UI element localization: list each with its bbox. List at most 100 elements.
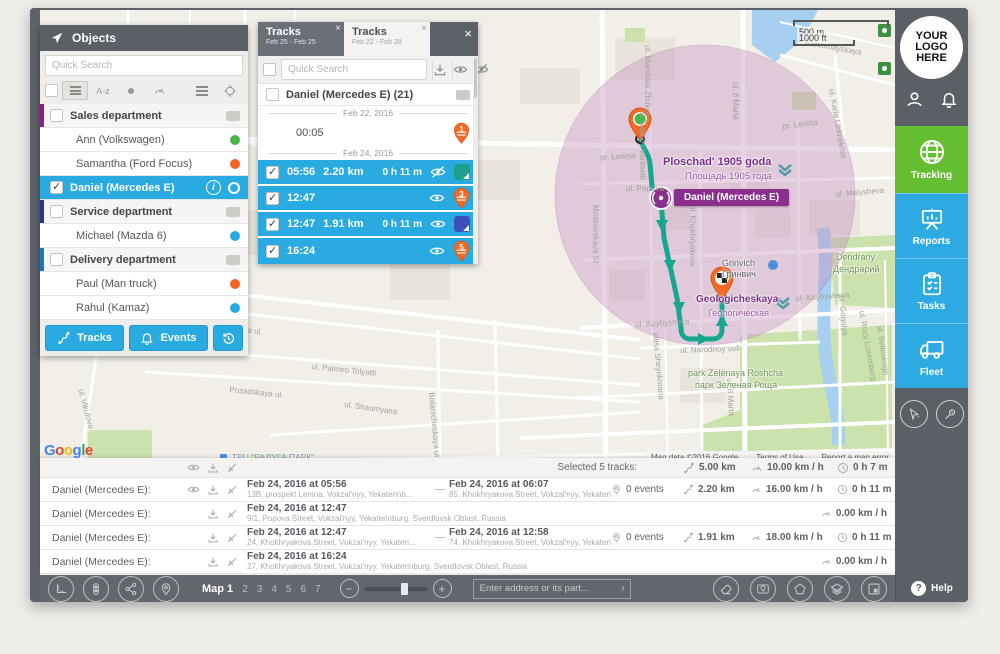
unit-map-label[interactable]: Daniel (Mercedes E)	[674, 189, 789, 206]
user-icon[interactable]	[905, 90, 924, 109]
mute-icon[interactable]	[226, 484, 238, 496]
tab-tracks-feb25[interactable]: × Tracks Feb 25 - Feb 25	[258, 22, 344, 56]
map-page[interactable]: 2	[242, 584, 248, 595]
filter-settings-button[interactable]	[189, 81, 215, 100]
table-row[interactable]: Daniel (Mercedes E): Feb 24, 2016 at 05:…	[40, 477, 895, 501]
show-all-button[interactable]	[452, 60, 468, 80]
track-color-swatch[interactable]	[454, 164, 470, 180]
events-pin[interactable]: 1	[453, 122, 470, 144]
address-go-button[interactable]: ›	[621, 583, 629, 594]
mute-icon[interactable]	[226, 532, 238, 544]
tracks-search-input[interactable]	[281, 59, 427, 80]
tools-button[interactable]	[936, 400, 964, 428]
eye-icon[interactable]	[429, 243, 445, 259]
events-button[interactable]: Events	[129, 325, 208, 351]
zoom-out-button[interactable]: −	[340, 579, 359, 598]
address-input[interactable]	[474, 583, 622, 594]
track-row-0005[interactable]: 00:05 1	[258, 120, 478, 146]
tracks-select-all-checkbox[interactable]	[263, 63, 276, 76]
sensor-sort-button[interactable]	[146, 81, 172, 100]
track-group-checkbox[interactable]	[266, 88, 279, 101]
map-page[interactable]: 7	[315, 584, 321, 595]
object-row-daniel[interactable]: Daniel (Mercedes E) i	[40, 176, 248, 200]
events-pin[interactable]: 3	[453, 187, 470, 209]
help-button[interactable]: ? Help	[895, 575, 968, 602]
download-icon[interactable]	[207, 508, 219, 520]
download-icon[interactable]	[207, 532, 219, 544]
zoom-slider[interactable]	[365, 587, 427, 591]
map-page[interactable]: 6	[300, 584, 306, 595]
group-checkbox[interactable]	[50, 205, 63, 218]
share-location-button[interactable]	[118, 576, 144, 602]
object-row-paul[interactable]: Paul (Man truck)	[40, 272, 248, 296]
monitoring-options-button[interactable]	[217, 81, 243, 100]
nav-reports[interactable]: Reports	[895, 193, 968, 258]
mute-icon[interactable]	[226, 508, 238, 520]
object-row-rahul[interactable]: Rahul (Kamaz)	[40, 296, 248, 320]
track-row-1247b[interactable]: 12:47 1.91 km 0 h 11 m	[258, 212, 478, 238]
group-row-delivery[interactable]: Delivery department	[40, 248, 248, 272]
eye-off-icon[interactable]	[430, 164, 446, 180]
tracks-scrollbar[interactable]	[473, 56, 478, 264]
object-row-michael[interactable]: Michael (Mazda 6)	[40, 224, 248, 248]
map-page[interactable]: 5	[286, 584, 292, 595]
info-icon[interactable]: i	[206, 180, 221, 195]
tracks-button[interactable]: Tracks	[45, 325, 124, 351]
track-checkbox[interactable]	[266, 245, 279, 258]
mute-icon[interactable]	[226, 556, 238, 568]
sort-az-button[interactable]: A-z	[90, 81, 116, 100]
eye-icon[interactable]	[187, 461, 200, 474]
group-row-service[interactable]: Service department	[40, 200, 248, 224]
download-icon[interactable]	[207, 462, 219, 474]
chat-icon[interactable]	[456, 90, 470, 100]
apps-button[interactable]	[900, 400, 928, 428]
geofence-button[interactable]	[787, 576, 813, 602]
table-row[interactable]: Daniel (Mercedes E): Feb 24, 2016 at 12:…	[40, 525, 895, 549]
minimap-button[interactable]	[861, 576, 887, 602]
eye-icon[interactable]	[429, 190, 445, 206]
eye-icon[interactable]	[430, 216, 446, 232]
tab-close-icon[interactable]: ×	[335, 23, 341, 34]
map-page[interactable]: 3	[257, 584, 263, 595]
zoom-slider-handle[interactable]	[401, 583, 408, 595]
poi-button[interactable]	[153, 576, 179, 602]
history-button[interactable]	[213, 325, 243, 351]
locator-button[interactable]	[750, 576, 776, 602]
table-row[interactable]: Daniel (Mercedes E): Feb 24, 2016 at 12:…	[40, 501, 895, 525]
ruler-button[interactable]	[48, 576, 74, 602]
map-page[interactable]: 4	[271, 584, 277, 595]
group-checkbox[interactable]	[50, 109, 63, 122]
track-checkbox[interactable]	[266, 192, 279, 205]
list-view-button[interactable]	[62, 81, 88, 100]
group-row-sales[interactable]: Sales department	[40, 104, 248, 128]
track-row-0556[interactable]: 05:56 2.20 km 0 h 11 m	[258, 160, 478, 186]
layers-button[interactable]	[824, 576, 850, 602]
object-checkbox[interactable]	[50, 181, 63, 194]
mute-icon[interactable]	[226, 462, 238, 474]
export-button[interactable]	[432, 60, 447, 80]
nav-tracking[interactable]: Tracking	[895, 126, 968, 193]
table-row[interactable]: Daniel (Mercedes E): Feb 24, 2016 at 16:…	[40, 549, 895, 573]
nav-tasks[interactable]: Tasks	[895, 258, 968, 323]
track-color-swatch[interactable]	[454, 216, 470, 232]
tab-close-icon[interactable]: ×	[421, 23, 427, 34]
track-checkbox[interactable]	[266, 218, 279, 231]
tab-tracks-feb22[interactable]: × Tracks Feb 22 - Feb 28	[344, 22, 430, 56]
track-group-header[interactable]: Daniel (Mercedes E) (21)	[258, 84, 478, 106]
map-page-active[interactable]: Map 1	[202, 583, 233, 595]
object-row-ann[interactable]: Ann (Volkswagen)	[40, 128, 248, 152]
dot-sort-button[interactable]	[118, 81, 144, 100]
events-pin[interactable]: 5	[453, 240, 470, 262]
group-checkbox[interactable]	[50, 253, 63, 266]
track-checkbox[interactable]	[266, 166, 279, 179]
objects-panel-header[interactable]: Objects	[40, 25, 248, 51]
objects-select-all-checkbox[interactable]	[45, 84, 58, 97]
track-row-1624[interactable]: 16:24 5	[258, 238, 478, 264]
objects-search-input[interactable]	[45, 55, 243, 76]
zoom-in-button[interactable]: +	[433, 579, 452, 598]
chat-icon[interactable]	[226, 255, 240, 265]
traffic-button[interactable]	[83, 576, 109, 602]
eraser-button[interactable]	[713, 576, 739, 602]
object-row-samantha[interactable]: Samantha (Ford Focus)	[40, 152, 248, 176]
track-row-1247a[interactable]: 12:47 3	[258, 186, 478, 212]
